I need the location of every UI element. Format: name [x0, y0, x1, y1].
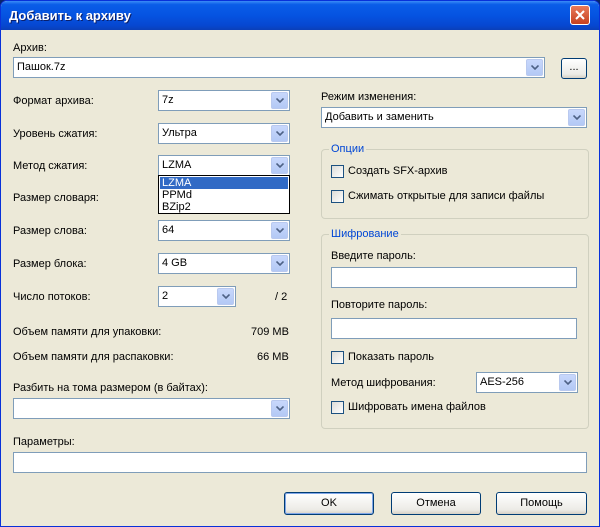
level-value: Ультра: [162, 127, 197, 139]
chevron-down-icon: [531, 65, 539, 70]
browse-button[interactable]: ...: [561, 58, 587, 79]
word-combo[interactable]: 64: [158, 220, 290, 241]
ok-button[interactable]: OK: [284, 492, 374, 515]
block-combo[interactable]: 4 GB: [158, 253, 290, 274]
method-dropdown-button[interactable]: [271, 157, 288, 174]
threads-label: Число потоков:: [13, 291, 91, 303]
method-value: LZMA: [162, 159, 192, 171]
level-dropdown-button[interactable]: [271, 125, 288, 142]
chevron-down-icon: [276, 228, 284, 233]
block-dropdown-button[interactable]: [271, 255, 288, 272]
encryption-method-label: Метод шифрования:: [331, 377, 436, 389]
method-dropdown-list: LZMA PPMd BZip2: [158, 175, 290, 214]
split-combo[interactable]: [13, 398, 290, 419]
chevron-down-icon: [276, 163, 284, 168]
archive-path-combo[interactable]: Пашок.7z: [13, 57, 545, 78]
update-mode-combo[interactable]: Добавить и заменить: [321, 107, 587, 128]
threads-combo[interactable]: 2: [158, 286, 236, 307]
repeat-password-input[interactable]: [331, 318, 577, 339]
mem-pack-value: 709 MB: [251, 326, 289, 338]
split-label: Разбить на тома размером (в байтах):: [13, 382, 208, 394]
cancel-button[interactable]: Отмена: [391, 492, 481, 515]
split-dropdown-button[interactable]: [271, 400, 288, 417]
encryption-method-combo[interactable]: AES-256: [476, 372, 578, 393]
params-input[interactable]: [13, 452, 587, 473]
mem-unpack-value: 66 MB: [257, 351, 289, 363]
method-combo[interactable]: LZMA: [158, 155, 290, 176]
mem-unpack-label: Объем памяти для распаковки:: [13, 351, 174, 363]
encrypt-names-checkbox[interactable]: [331, 401, 344, 414]
add-to-archive-dialog: Добавить к архиву Архив: Пашок.7z ... Фо…: [0, 0, 600, 527]
chevron-down-icon: [276, 261, 284, 266]
method-label: Метод сжатия:: [13, 160, 88, 172]
format-label: Формат архива:: [13, 95, 94, 107]
chevron-down-icon: [573, 115, 581, 120]
archive-path-value: Пашок.7z: [17, 61, 66, 73]
shared-files-label[interactable]: Сжимать открытые для записи файлы: [348, 190, 544, 202]
block-label: Размер блока:: [13, 258, 87, 270]
chevron-down-icon: [276, 98, 284, 103]
chevron-down-icon: [276, 131, 284, 136]
encryption-method-dropdown-button[interactable]: [559, 374, 576, 391]
update-mode-dropdown-button[interactable]: [568, 109, 585, 126]
method-option-ppmd[interactable]: PPMd: [160, 189, 288, 201]
threads-max: / 2: [275, 291, 288, 303]
params-label: Параметры:: [13, 436, 75, 448]
encrypt-names-label[interactable]: Шифровать имена файлов: [348, 401, 486, 413]
password-label: Введите пароль:: [331, 250, 416, 262]
word-label: Размер слова:: [13, 225, 87, 237]
show-password-label[interactable]: Показать пароль: [348, 351, 434, 363]
encryption-method-value: AES-256: [480, 376, 525, 388]
options-caption: Опции: [329, 143, 367, 155]
archive-label: Архив:: [13, 42, 47, 54]
format-combo[interactable]: 7z: [158, 90, 290, 111]
format-dropdown-button[interactable]: [271, 92, 288, 109]
repeat-password-label: Повторите пароль:: [331, 299, 428, 311]
archive-path-dropdown-button[interactable]: [526, 59, 543, 76]
threads-value: 2: [162, 290, 169, 302]
shared-files-checkbox[interactable]: [331, 190, 344, 203]
mem-pack-label: Объем памяти для упаковки:: [13, 326, 162, 338]
dialog-body: Архив: Пашок.7z ... Формат архива: 7z Ур…: [5, 31, 595, 522]
chevron-down-icon: [276, 406, 284, 411]
encryption-group: Шифрование Введите пароль: Повторите пар…: [321, 228, 589, 429]
help-button[interactable]: Помощь: [496, 492, 587, 515]
sfx-checkbox[interactable]: [331, 165, 344, 178]
update-mode-label: Режим изменения:: [321, 91, 417, 103]
close-button[interactable]: [570, 5, 590, 25]
block-value: 4 GB: [162, 257, 188, 269]
chevron-down-icon: [222, 294, 230, 299]
close-icon: [575, 10, 585, 20]
method-option-bzip2[interactable]: BZip2: [160, 201, 288, 213]
method-option-lzma[interactable]: LZMA: [160, 177, 288, 189]
chevron-down-icon: [564, 380, 572, 385]
update-mode-value: Добавить и заменить: [325, 111, 434, 123]
encryption-caption: Шифрование: [329, 228, 401, 240]
title-bar[interactable]: Добавить к архиву: [1, 1, 599, 30]
window-title: Добавить к архиву: [9, 8, 131, 23]
sfx-label[interactable]: Создать SFX-архив: [348, 165, 448, 177]
format-value: 7z: [162, 94, 174, 106]
dict-label: Размер словаря:: [13, 192, 99, 204]
word-value: 64: [162, 224, 175, 236]
level-combo[interactable]: Ультра: [158, 123, 290, 144]
level-label: Уровень сжатия:: [13, 128, 98, 140]
password-input[interactable]: [331, 267, 577, 288]
show-password-checkbox[interactable]: [331, 351, 344, 364]
options-group: Опции Создать SFX-архив Сжимать открытые…: [321, 143, 589, 219]
threads-dropdown-button[interactable]: [217, 288, 234, 305]
word-dropdown-button[interactable]: [271, 222, 288, 239]
